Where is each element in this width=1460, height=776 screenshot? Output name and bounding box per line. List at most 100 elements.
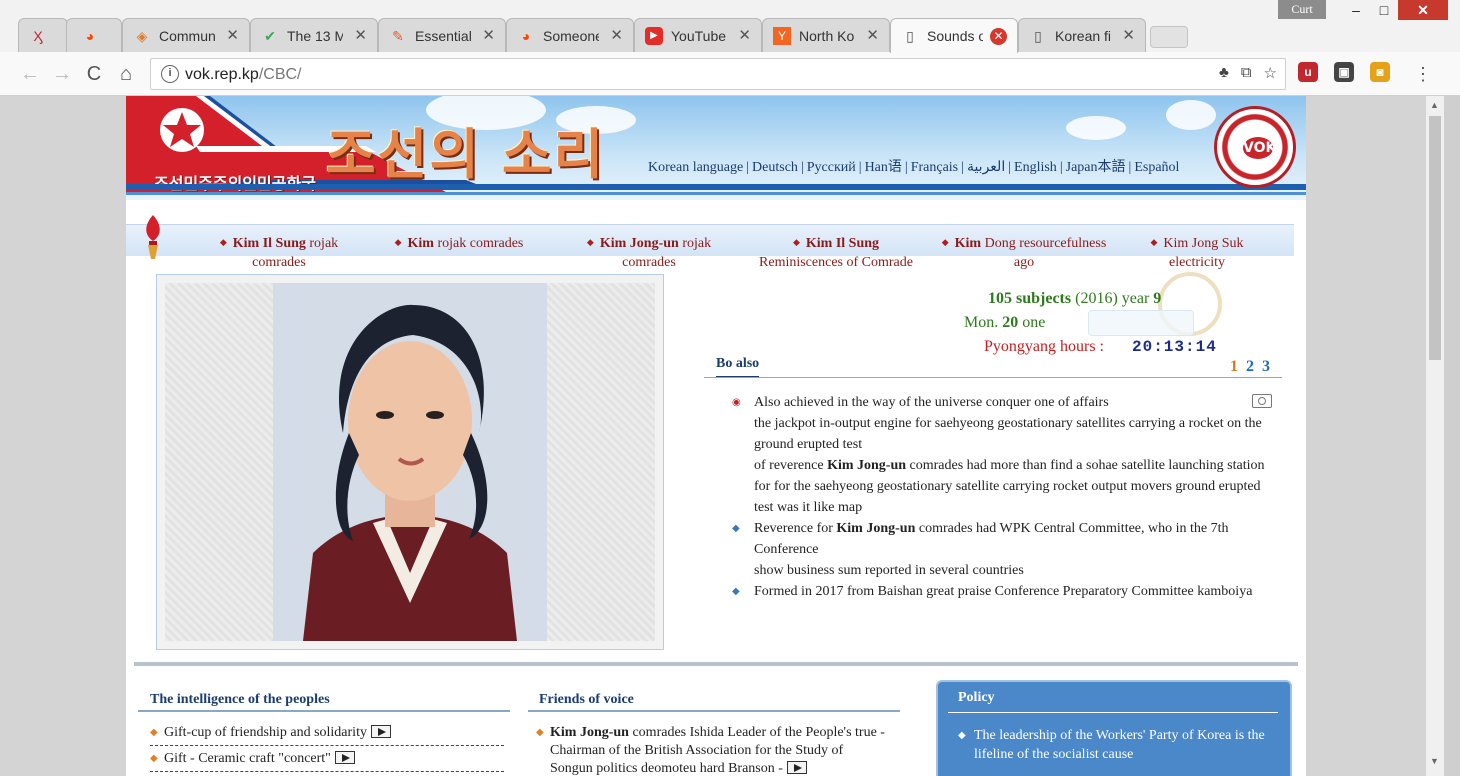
policy-title[interactable]: Policy	[958, 690, 995, 706]
lang-japanese[interactable]: Japan本語	[1066, 160, 1126, 175]
community-icon: ◈	[136, 28, 148, 44]
scroll-up-arrow-icon[interactable]: ▲	[1430, 100, 1439, 110]
diamond-bullet-icon: ◆	[732, 523, 740, 534]
tab-close-icon[interactable]: ✕	[738, 27, 751, 45]
lang-english[interactable]: English	[1014, 160, 1057, 175]
lang-spanish[interactable]: Español	[1134, 160, 1179, 175]
play-icon[interactable]	[370, 725, 391, 738]
maximize-button[interactable]: □	[1366, 0, 1402, 20]
translate-icon[interactable]: ⧉	[1241, 64, 1252, 82]
home-icon[interactable]: ⌂	[114, 62, 138, 86]
url-path: /CBC/	[258, 66, 302, 83]
omnibox-icons: ♣ ⧉ ☆	[1219, 64, 1277, 82]
honey-extension-icon[interactable]: ◙	[1370, 62, 1390, 82]
news-line: the jackpot in-output engine for saehyeo…	[754, 416, 1262, 452]
tab-close-icon[interactable]: ✕	[226, 27, 239, 45]
vertical-scrollbar[interactable]: ▲ ▼	[1426, 96, 1444, 776]
tab-north-korea[interactable]: Y North Ko ✕	[762, 18, 890, 52]
tab-title: North Ko	[799, 28, 855, 44]
lang-korean[interactable]: Korean language	[648, 160, 743, 175]
tab-someone[interactable]: ◕ Someone ✕	[506, 18, 634, 52]
news-line: Formed in 2017 from Baishan great praise…	[754, 584, 1253, 599]
chrome-menu-icon[interactable]: ⋮	[1414, 62, 1432, 86]
diamond-bullet-icon: ◆	[1150, 237, 1158, 247]
lang-chinese[interactable]: Han语	[865, 160, 902, 175]
pyongyang-hours-label: Pyongyang hours :	[984, 338, 1104, 355]
news-tab-bo-also[interactable]: Bo also	[716, 356, 760, 378]
leader-link-3[interactable]: ◆ Kim Jong-un rojak comrades	[574, 233, 724, 272]
news-pager: 123	[1222, 358, 1270, 376]
url-text[interactable]: vok.rep.kp/CBC/	[185, 65, 301, 85]
tab-close-icon[interactable]: ✕	[482, 27, 495, 45]
lang-russian[interactable]: Русский	[807, 160, 856, 175]
news-item[interactable]: ◆ Reverence for Kim Jong-un comrades had…	[732, 518, 1272, 581]
extension-puzzle-icon[interactable]: ♣	[1219, 64, 1229, 82]
new-tab-button[interactable]	[1150, 26, 1188, 48]
torch-icon	[146, 215, 160, 259]
tab-youtube[interactable]: ▶ YouTube ✕	[634, 18, 762, 52]
leaders-nav: ◆ Kim Il Sung rojak comrades ◆ Kim rojak co…	[126, 215, 1294, 270]
leader-link-4[interactable]: ◆ Kim Il Sung Reminiscences of Comrade	[748, 233, 924, 272]
tab-pdf[interactable]: Ӽ	[18, 18, 68, 52]
url-host: vok.rep.kp	[185, 66, 259, 83]
policy-item[interactable]: ◆ The leadership of the Workers' Party of…	[958, 726, 1274, 764]
ublock-icon[interactable]: u	[1298, 62, 1318, 82]
tab-close-icon[interactable]: ✕	[990, 28, 1007, 45]
pdf-icon: Ӽ	[33, 28, 43, 44]
lang-french[interactable]: Français	[911, 160, 958, 175]
lang-deutsch[interactable]: Deutsch	[752, 160, 798, 175]
leader-link-2[interactable]: ◆ Kim rojak comrades	[384, 233, 534, 253]
list-item[interactable]: ◆ Gift - Ceramic craft "concert"	[150, 750, 504, 772]
lang-arabic[interactable]: العربية	[967, 160, 1005, 175]
vok-logo-text: VOK	[1243, 137, 1276, 159]
tab-close-icon[interactable]: ✕	[354, 27, 367, 45]
profile-button[interactable]: Curt	[1278, 0, 1326, 19]
tab-the-13[interactable]: ✔ The 13 M ✕	[250, 18, 378, 52]
portrait-background	[165, 283, 655, 641]
tab-community[interactable]: ◈ Commun ✕	[122, 18, 250, 52]
play-icon[interactable]	[786, 761, 807, 774]
tab-reddit[interactable]: ◕	[66, 18, 122, 52]
play-icon[interactable]	[334, 751, 355, 764]
close-window-button[interactable]: ✕	[1398, 0, 1448, 20]
tab-korean[interactable]: ▯ Korean fi ✕	[1018, 18, 1146, 52]
pager-page-3[interactable]: 3	[1262, 358, 1270, 375]
featured-portrait[interactable]	[156, 274, 664, 650]
pager-page-2[interactable]: 2	[1246, 358, 1254, 375]
extension-icons: u ▣ ◙	[1298, 62, 1390, 82]
back-arrow-icon[interactable]: ←	[18, 62, 42, 86]
shield-extension-icon[interactable]: ▣	[1334, 62, 1354, 82]
news-line: Also achieved in the way of the universe…	[754, 395, 1109, 410]
reload-icon[interactable]: C	[82, 62, 106, 86]
page-viewport: 조선의 소리 조선민주주의인민공화국 Korean language|Deuts…	[0, 96, 1444, 776]
leader-link-5[interactable]: ◆ Kim Dong resourcefulness ago	[930, 233, 1118, 272]
peoples-section-title[interactable]: The intelligence of the peoples	[150, 692, 330, 708]
policy-divider	[948, 712, 1278, 713]
tab-close-icon[interactable]: ✕	[866, 27, 879, 45]
tab-title: Sounds o	[927, 28, 983, 44]
vok-logo[interactable]: VOK	[1214, 106, 1296, 188]
vok-page: 조선의 소리 조선민주주의인민공화국 Korean language|Deuts…	[126, 96, 1306, 776]
tab-close-icon[interactable]: ✕	[610, 27, 623, 45]
news-item[interactable]: ◆ Formed in 2017 from Baishan great prai…	[732, 581, 1272, 602]
diamond-bullet-icon: ◆	[394, 237, 402, 247]
bookmark-star-icon[interactable]: ☆	[1264, 64, 1277, 82]
news-item[interactable]: ◉ Also achieved in the way of the univer…	[732, 392, 1272, 518]
tab-close-icon[interactable]: ✕	[1122, 27, 1135, 45]
tab-title: Someone	[543, 28, 599, 44]
pager-page-1[interactable]: 1	[1230, 358, 1238, 375]
address-bar[interactable]: i vok.rep.kp/CBC/ ♣ ⧉ ☆	[150, 58, 1286, 90]
leader-link-6[interactable]: ◆ Kim Jong Suk electricity	[1142, 233, 1252, 272]
scroll-thumb[interactable]	[1429, 116, 1441, 360]
language-bar: Korean language | Deutsch | Русский | Han语 | Fra…	[648, 160, 1180, 175]
list-item[interactable]: ◆ Gift-cup of friendship and solidarity	[150, 724, 504, 746]
leader-link-1[interactable]: ◆ Kim Il Sung rojak comrades	[204, 233, 354, 272]
friends-section-title[interactable]: Friends of voice	[539, 692, 634, 708]
info-icon[interactable]: i	[161, 65, 179, 83]
friends-list: ◆ Kim Jong-un comrades Ishida Leader of t…	[536, 724, 886, 776]
tab-essential[interactable]: ✎ Essential ✕	[378, 18, 506, 52]
forward-arrow-icon[interactable]: →	[50, 62, 74, 86]
list-item[interactable]: ◆ Kim Jong-un comrades Ishida Leader of t…	[536, 724, 886, 776]
scroll-down-arrow-icon[interactable]: ▼	[1430, 756, 1439, 766]
tab-sounds-active[interactable]: ▯ Sounds o ✕	[890, 18, 1018, 53]
